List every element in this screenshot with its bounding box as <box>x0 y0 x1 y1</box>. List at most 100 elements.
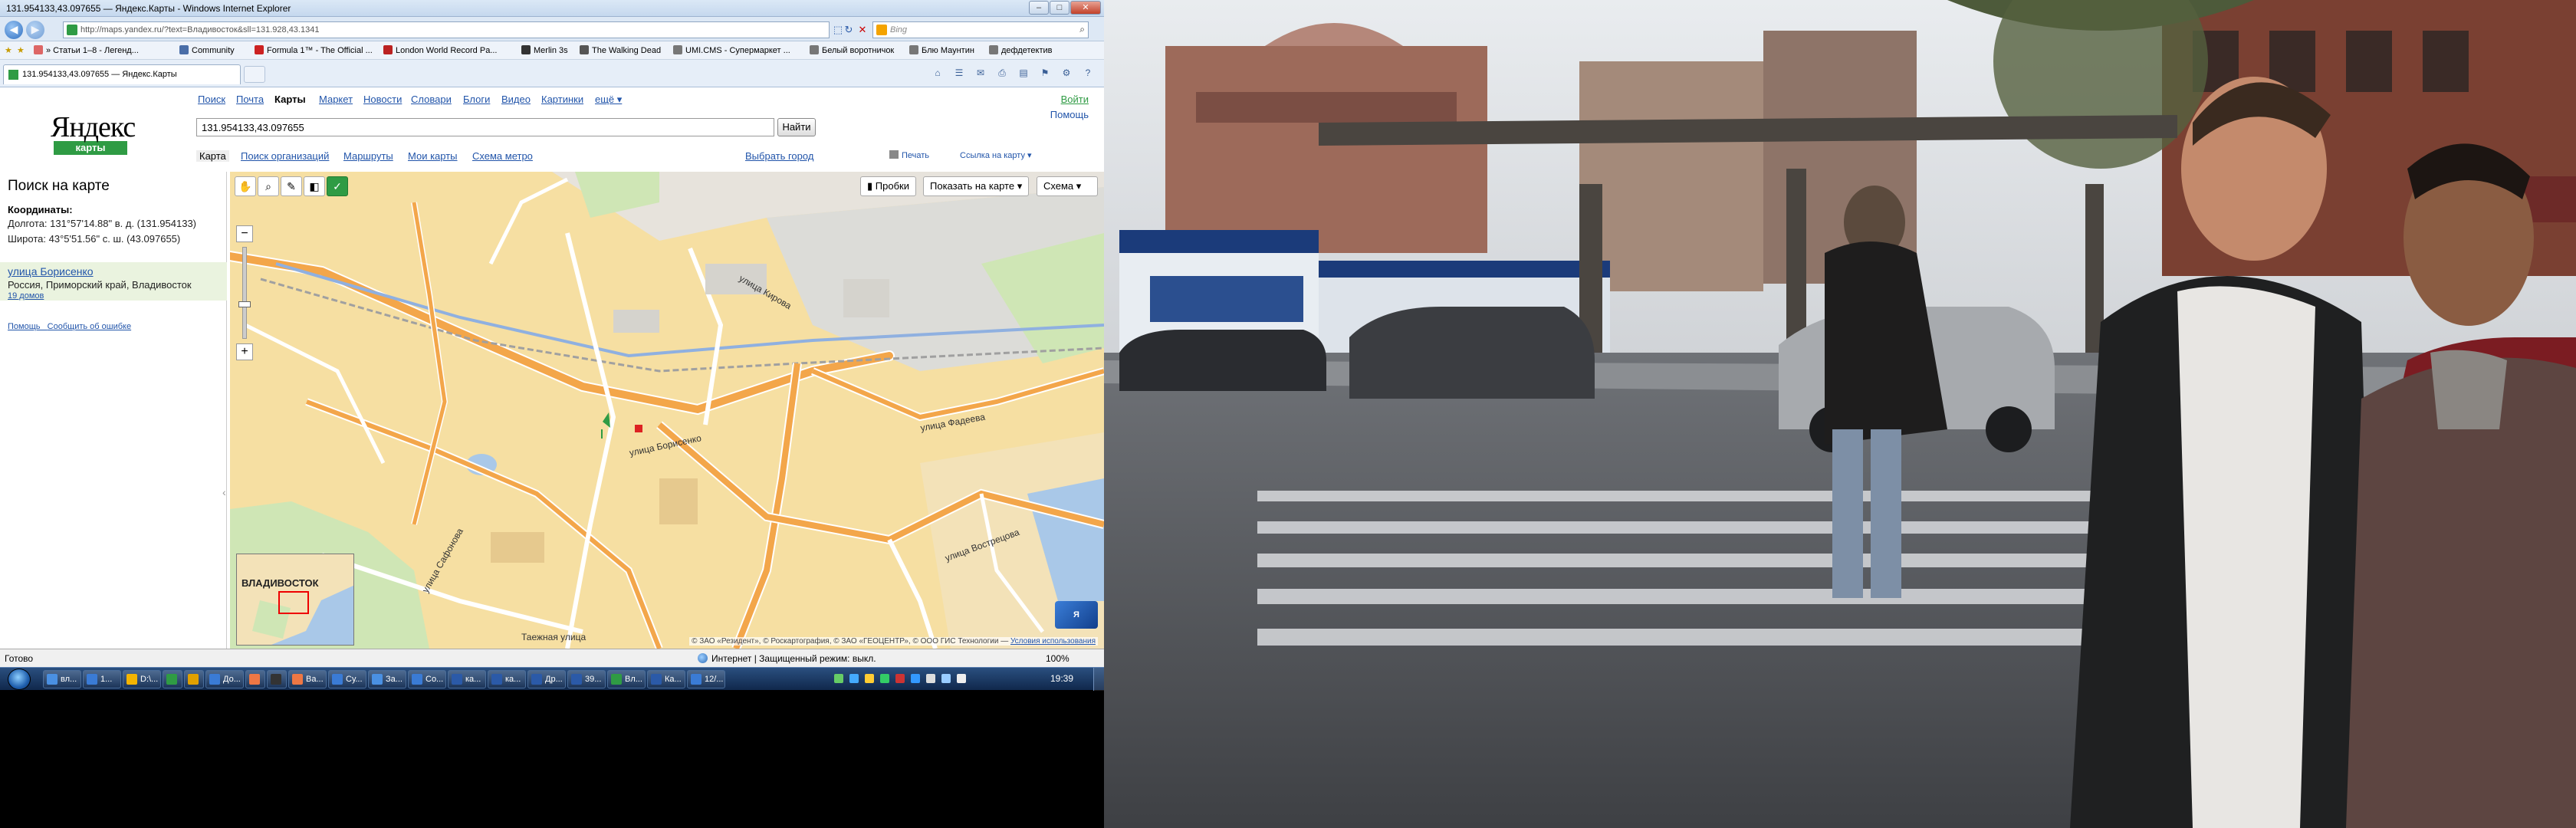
volume-icon[interactable] <box>957 674 966 683</box>
layers-tool-icon[interactable]: ◧ <box>304 176 325 196</box>
report-error-link[interactable]: Сообщить об ошибке <box>48 322 131 331</box>
service-link-maps[interactable]: Карты <box>274 94 306 105</box>
address-bar[interactable]: http://maps.yandex.ru/?text=Владивосток&… <box>63 21 830 38</box>
taskbar-button[interactable]: До... <box>205 670 244 688</box>
zoom-in-button[interactable]: + <box>236 343 253 360</box>
fav-link[interactable]: London World Record Pa... <box>383 45 497 55</box>
zoom-control[interactable]: − + <box>236 225 253 363</box>
service-link-blogs[interactable]: Блоги <box>463 94 490 105</box>
new-tab-button[interactable] <box>244 66 265 83</box>
fav-link[interactable]: Community <box>179 45 235 55</box>
help-link[interactable]: Помощь <box>1050 107 1089 123</box>
fav-link[interactable]: UMI.CMS - Супермаркет ... <box>673 45 790 55</box>
taskbar-button[interactable]: За... <box>368 670 406 688</box>
safety-menu-icon[interactable]: ⚑ <box>1038 67 1052 80</box>
tab-my-maps[interactable]: Мои карты <box>408 150 458 162</box>
taskbar-button[interactable] <box>184 670 204 688</box>
layer-select[interactable]: Схема ▾ <box>1037 176 1098 196</box>
service-link-news[interactable]: Новости <box>363 94 402 105</box>
back-icon[interactable]: ◀ <box>5 21 23 39</box>
fav-link[interactable]: Блю Маунтин <box>909 45 974 55</box>
show-on-map-dropdown[interactable]: Показать на карте ▾ <box>923 176 1030 196</box>
zoom-slider[interactable] <box>238 247 251 339</box>
forward-icon[interactable]: ▶ <box>26 21 44 39</box>
search-box[interactable]: Bing ⌕ <box>872 21 1089 38</box>
tray-icon[interactable] <box>911 674 920 683</box>
search-result[interactable]: улица Борисенко Россия, Приморский край,… <box>0 262 227 301</box>
terms-link[interactable]: Условия использования <box>1010 637 1096 646</box>
tray-icon[interactable] <box>834 674 843 683</box>
zoom-slider-handle[interactable] <box>238 301 251 307</box>
tray-icon[interactable] <box>926 674 935 683</box>
service-link-dictionaries[interactable]: Словари <box>411 94 452 105</box>
service-link-images[interactable]: Картинки <box>541 94 583 105</box>
fav-link[interactable]: дефдетектив <box>989 45 1053 55</box>
security-zone[interactable]: Интернет | Защищенный режим: выкл. <box>698 653 876 664</box>
magnifier-tool-icon[interactable]: ⌕ <box>258 176 279 196</box>
service-link-market[interactable]: Маркет <box>319 94 353 105</box>
maximize-button[interactable]: □ <box>1050 1 1070 15</box>
tab-routes[interactable]: Маршруты <box>343 150 393 162</box>
service-link-more[interactable]: ещё ▾ <box>595 94 622 106</box>
ruler-tool-icon[interactable]: ✎ <box>281 176 302 196</box>
taskbar-button[interactable]: Со... <box>408 670 446 688</box>
yandex-logo[interactable]: Яндекс карты <box>51 110 136 155</box>
tray-icon[interactable] <box>895 674 905 683</box>
zoom-out-button[interactable]: − <box>236 225 253 242</box>
result-houses-link[interactable]: 19 домов <box>8 291 44 301</box>
fav-link[interactable]: Белый воротничок <box>810 45 894 55</box>
taskbar-button[interactable] <box>267 670 287 688</box>
taskbar-button[interactable]: Ка... <box>647 670 685 688</box>
login-link[interactable]: Войти <box>1050 92 1089 107</box>
taskbar-button[interactable]: Су... <box>328 670 366 688</box>
service-link-mail[interactable]: Почта <box>236 94 264 105</box>
taskbar-button[interactable]: 12/... <box>687 670 725 688</box>
tab-org-search[interactable]: Поиск организаций <box>241 150 329 162</box>
fav-link[interactable]: The Walking Dead <box>580 45 661 55</box>
close-button[interactable]: ✕ <box>1070 1 1101 15</box>
taskbar-button[interactable] <box>245 670 265 688</box>
service-link-video[interactable]: Видео <box>501 94 531 105</box>
taskbar-button[interactable]: Вл... <box>607 670 646 688</box>
taskbar-button[interactable]: ка... <box>488 670 526 688</box>
title-bar[interactable]: 131.954133,43.097655 — Яндекс.Карты - Wi… <box>0 0 1104 17</box>
map-link-dropdown[interactable]: Ссылка на карту ▾ <box>960 150 1032 160</box>
zoom-level[interactable]: 100% <box>1046 653 1070 664</box>
feeds-icon[interactable]: ☰ <box>952 67 966 80</box>
clock[interactable]: 19:39 <box>1050 673 1073 684</box>
tools-gear-icon[interactable]: ⚙ <box>1060 67 1073 80</box>
taskbar-button[interactable]: ка... <box>448 670 486 688</box>
fav-link[interactable]: Merlin 3s <box>521 45 568 55</box>
tray-icon[interactable] <box>849 674 859 683</box>
traffic-button[interactable]: ▮ Пробки <box>860 176 916 196</box>
show-desktop-button[interactable] <box>1093 668 1104 691</box>
overview-minimap[interactable]: ВЛАДИВОСТОК <box>236 554 354 646</box>
service-link-search[interactable]: Поиск <box>198 94 225 105</box>
help-icon[interactable]: ? <box>1081 67 1095 80</box>
fav-link[interactable]: » Статьи 1–8 - Легенд... <box>34 45 139 55</box>
result-street-link[interactable]: улица Борисенко <box>8 265 94 278</box>
fav-link[interactable]: Formula 1™ - The Official ... <box>255 45 373 55</box>
taskbar-button[interactable]: 39... <box>567 670 606 688</box>
taskbar-button[interactable]: 1... <box>83 670 121 688</box>
search-icon[interactable]: ⌕ <box>1079 24 1085 35</box>
sidebar-help-link[interactable]: Помощь <box>8 322 41 331</box>
find-button[interactable]: Найти <box>777 118 816 136</box>
tray-icon[interactable] <box>880 674 889 683</box>
taskbar-button[interactable]: вл... <box>43 670 81 688</box>
tab-metro[interactable]: Схема метро <box>472 150 533 162</box>
map-search-input[interactable]: 131.954133,43.097655 <box>196 118 774 136</box>
stop-icon[interactable]: ✕ <box>856 22 869 38</box>
tray-icon[interactable] <box>865 674 874 683</box>
collapse-arrow-icon[interactable]: ‹ <box>222 486 226 498</box>
minimap-viewport[interactable] <box>278 591 309 614</box>
taskbar-button[interactable]: Др... <box>527 670 566 688</box>
mail-icon[interactable]: ✉ <box>974 67 987 80</box>
page-menu-icon[interactable]: ▤ <box>1017 67 1030 80</box>
tab-map[interactable]: Карта <box>196 150 229 162</box>
favorites-star-icon[interactable]: ★ <box>5 45 12 55</box>
choose-city-link[interactable]: Выбрать город <box>745 150 813 162</box>
map-canvas[interactable]: улица Борисенко улица Фадеева улица Вост… <box>230 172 1104 649</box>
add-favorite-icon[interactable]: ★ <box>17 45 25 55</box>
hand-tool-icon[interactable]: ✋ <box>235 176 256 196</box>
